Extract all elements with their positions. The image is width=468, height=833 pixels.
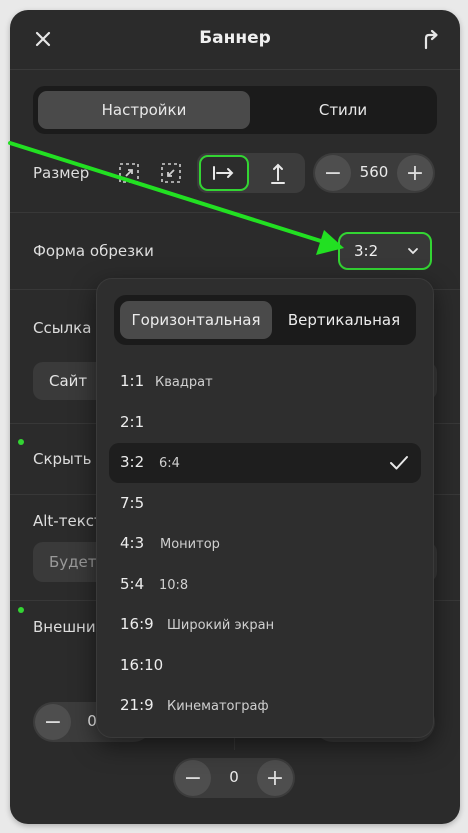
ratio-desc: Монитор [160,537,220,552]
alt-text-label: Alt-текст [33,512,103,530]
crop-shape-label: Форма обрезки [33,242,154,260]
ratio-option[interactable]: 4:3 Монитор [109,524,421,564]
share-icon[interactable] [420,27,442,51]
ratio-value: 2:1 [120,413,145,431]
ratio-option[interactable]: 16:10 [109,646,421,686]
orientation-tabs: Горизонтальная Вертикальная [114,295,416,345]
status-dot [18,607,24,613]
ratio-desc: Квадрат [155,375,213,390]
bottom-value[interactable]: 0 [213,768,255,786]
tab-horizontal[interactable]: Горизонтальная [120,301,272,339]
ratio-option[interactable]: 16:9 Широкий экран [109,605,421,645]
status-dot [18,439,24,445]
width-mode-button[interactable] [199,155,249,191]
ratio-value: 16:10 [120,656,164,674]
appearance-label: Внешние [33,618,105,636]
ratio-desc: 6:4 [159,456,180,471]
panel-title: Баннер [199,28,271,48]
ratio-value: 7:5 [120,494,145,512]
appearance-stepper-bottom: − 0 + [173,758,295,798]
ratio-desc: 10:8 [159,578,189,593]
ratio-value: 3:2 [120,453,145,471]
ratio-option[interactable]: 7:5 [109,484,421,524]
size-stepper: − 560 + [313,153,435,193]
size-label: Размер [33,164,90,182]
check-icon [390,456,408,470]
ratio-option[interactable]: 21:9 Кинематограф [109,686,421,726]
ratio-value: 4:3 [120,534,145,552]
ratio-value: 1:1 [120,372,145,390]
size-mode-toggle [197,153,305,193]
appearance-decrease-button[interactable]: − [35,704,71,740]
ratio-value: 5:4 [120,575,145,593]
crop-shape-dropdown: Горизонтальная Вертикальная 1:1 Квадрат … [96,278,434,738]
tab-settings[interactable]: Настройки [38,91,250,129]
crop-shape-value: 3:2 [354,242,379,260]
ratio-value: 16:9 [120,615,154,633]
chevron-down-icon [408,248,418,255]
tab-vertical[interactable]: Вертикальная [276,301,412,339]
size-increase-button[interactable]: + [397,155,433,191]
ratio-desc: Широкий экран [167,618,275,633]
panel-header: Баннер [10,10,460,70]
crop-shape-select[interactable]: 3:2 [338,232,432,270]
height-arrow-icon [271,163,285,184]
tab-styles[interactable]: Стили [253,91,433,129]
settings-styles-tabs: Настройки Стили [33,86,437,134]
expand-icon[interactable] [118,162,140,184]
shrink-icon[interactable] [160,162,182,184]
height-mode-button[interactable] [253,155,303,191]
size-decrease-button[interactable]: − [315,155,351,191]
ratio-option[interactable]: 1:1 Квадрат [109,362,421,402]
ratio-desc: Кинематограф [167,699,269,714]
ratio-value: 21:9 [120,696,154,714]
link-label: Ссылка [33,319,92,337]
bottom-decrease-button[interactable]: − [175,760,211,796]
ratio-option[interactable]: 2:1 [109,403,421,443]
ratio-option-selected[interactable]: 3:2 6:4 [109,443,421,483]
size-value[interactable]: 560 [353,163,395,181]
width-arrow-icon [213,166,234,180]
bottom-increase-button[interactable]: + [257,760,293,796]
ratio-option[interactable]: 5:4 10:8 [109,565,421,605]
divider [10,212,460,213]
